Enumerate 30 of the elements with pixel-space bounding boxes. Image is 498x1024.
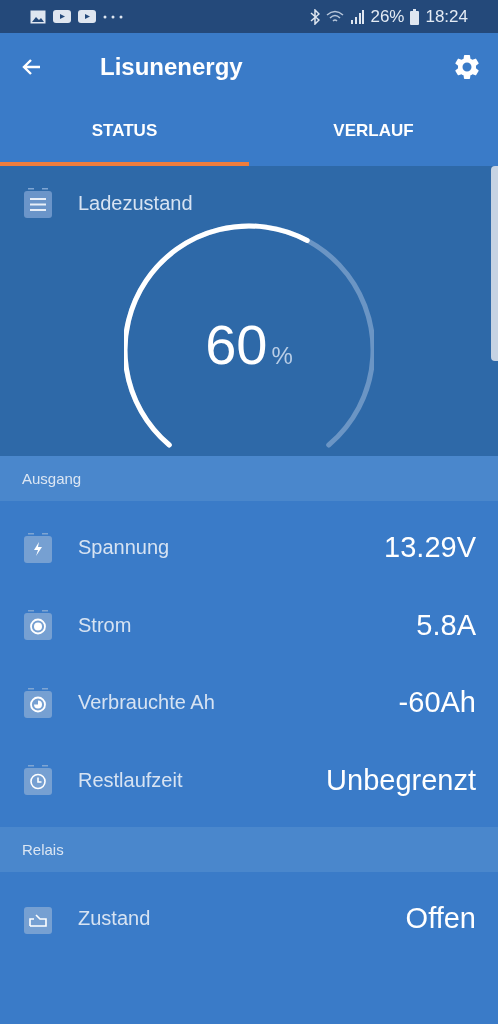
battery-icon [410,8,420,25]
wifi-icon [326,9,345,24]
app-title: Lisunenergy [100,52,244,81]
row-label: Strom [78,613,133,637]
play-icon [78,10,96,23]
signal-icon [350,8,365,25]
lightning-icon [24,532,52,563]
row-label: Zustand [78,907,152,931]
row-value: -60Ah [398,686,476,720]
clock-icon [24,765,52,796]
gauge-label: Ladezustand [78,191,193,215]
bluetooth-icon [310,8,321,25]
image-icon [30,9,46,24]
row-value: 5.8A [416,608,476,642]
clock-time: 18:24 [425,6,468,27]
row-value: Offen [405,902,476,936]
battery-percent: 26% [370,6,405,27]
row-value: Unbegrenzt [326,763,476,797]
section-header: Relais [22,841,64,858]
section-header: Ausgang [22,470,82,487]
row-label: Restlaufzeit [78,768,184,792]
more-icon [103,14,123,19]
row-label: Spannung [78,536,171,560]
gauge-unit: % [271,342,293,370]
play-icon [53,10,71,23]
gauge-value: 60 [205,312,268,377]
tab[interactable]: VERLAUF [249,100,498,166]
row-label: Verbrauchte Ah [78,691,216,715]
row-value: 13.29V [384,531,476,565]
battery-list-icon [24,188,52,218]
